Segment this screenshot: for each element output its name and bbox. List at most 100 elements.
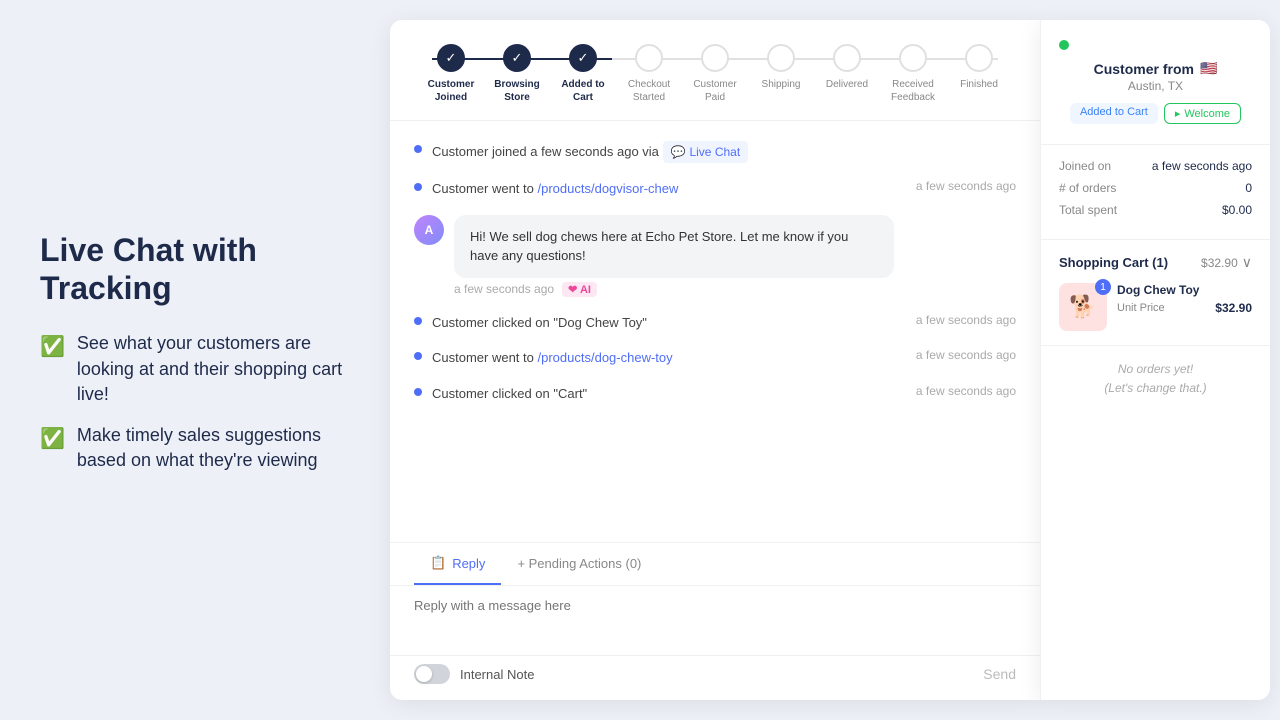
ai-badge: ❤ AI xyxy=(562,282,597,297)
internal-note-toggle[interactable] xyxy=(414,664,450,684)
step-circle-2: ✓ xyxy=(503,44,531,72)
customer-tags: Added to Cart ▸ Welcome xyxy=(1070,103,1241,124)
stat-row-joined: Joined on a few seconds ago xyxy=(1059,159,1252,173)
page-title: Live Chat with Tracking xyxy=(40,231,350,308)
cart-item-name: Dog Chew Toy xyxy=(1117,283,1252,297)
message-content: Hi! We sell dog chews here at Echo Pet S… xyxy=(454,215,894,297)
total-spent-label: Total spent xyxy=(1059,203,1117,217)
link-dogvisor[interactable]: /products/dogvisor-chew xyxy=(538,181,679,196)
step-circle-7 xyxy=(833,44,861,72)
step-label-3: Added to Cart xyxy=(553,78,613,104)
reply-tabs: 📋 Reply + Pending Actions (0) xyxy=(390,542,1040,585)
no-orders-text: No orders yet!(Let's change that.) xyxy=(1059,360,1252,398)
step-shipping: Shipping xyxy=(748,44,814,91)
tag-added-to-cart: Added to Cart xyxy=(1070,103,1158,124)
reply-input[interactable] xyxy=(414,598,1016,638)
activity-dot-4 xyxy=(414,352,422,360)
send-button[interactable]: Send xyxy=(983,666,1016,682)
agent-message: A Hi! We sell dog chews here at Echo Pet… xyxy=(414,215,1016,297)
chat-icon: 💬 xyxy=(671,143,686,161)
internal-note-label: Internal Note xyxy=(460,667,534,682)
activity-link-2: Customer went to /products/dog-chew-toy … xyxy=(414,348,1016,368)
pending-tab-label: + Pending Actions (0) xyxy=(517,556,641,571)
feature-item-1: ✅ See what your customers are looking at… xyxy=(40,331,350,407)
message-bubble: Hi! We sell dog chews here at Echo Pet S… xyxy=(454,215,894,278)
step-checkout-started: Checkout Started xyxy=(616,44,682,104)
customer-location: Austin, TX xyxy=(1128,79,1183,93)
orders-value: 0 xyxy=(1245,181,1252,195)
cart-price-row: Unit Price $32.90 xyxy=(1117,301,1252,315)
live-chat-label: Live Chat xyxy=(689,143,740,161)
orders-section: No orders yet!(Let's change that.) xyxy=(1041,346,1270,412)
check-icon-2: ✅ xyxy=(40,425,65,453)
activity-text-1: Customer joined a few seconds ago via 💬 … xyxy=(432,141,1016,163)
customer-from-label: Customer from xyxy=(1094,61,1194,77)
cart-item-thumbnail: 🐕 1 xyxy=(1059,283,1107,331)
cart-item-details: Dog Chew Toy Unit Price $32.90 xyxy=(1117,283,1252,315)
step-received-feedback: Received Feedback xyxy=(880,44,946,104)
step-circle-3: ✓ xyxy=(569,44,597,72)
link-dog-chew[interactable]: /products/dog-chew-toy xyxy=(538,350,673,365)
total-spent-value: $0.00 xyxy=(1222,203,1252,217)
step-label-6: Shipping xyxy=(762,78,801,91)
live-chat-badge: 💬 Live Chat xyxy=(663,141,749,163)
step-customer-joined: ✓ Customer Joined xyxy=(418,44,484,104)
step-label-5: Customer Paid xyxy=(685,78,745,104)
tag-welcome-label: Welcome xyxy=(1184,108,1230,120)
step-circle-8 xyxy=(899,44,927,72)
stat-row-orders: # of orders 0 xyxy=(1059,181,1252,195)
customer-name: Customer from 🇺🇸 xyxy=(1094,60,1218,77)
step-label-9: Finished xyxy=(960,78,998,91)
activity-time-4: a few seconds ago xyxy=(916,348,1016,362)
unit-price-value: $32.90 xyxy=(1215,301,1252,315)
step-customer-paid: Customer Paid xyxy=(682,44,748,104)
step-label-1: Customer Joined xyxy=(421,78,481,104)
activity-text-4: Customer went to /products/dog-chew-toy xyxy=(432,348,906,368)
step-circle-1: ✓ xyxy=(437,44,465,72)
cart-section: Shopping Cart (1) $32.90 ∨ 🐕 1 Dog Chew … xyxy=(1041,240,1270,346)
reply-tab[interactable]: 📋 Reply xyxy=(414,543,501,585)
online-indicator xyxy=(1059,40,1069,50)
main-content: ✓ Customer Joined ✓ Browsing Store ✓ Add… xyxy=(390,0,1280,720)
activity-time-2: a few seconds ago xyxy=(916,179,1016,193)
cart-chevron-button[interactable]: ∨ xyxy=(1242,254,1252,271)
activity-click-1: Customer clicked on "Dog Chew Toy" a few… xyxy=(414,313,1016,333)
activity-text-5: Customer clicked on "Cart" xyxy=(432,384,906,404)
right-sidebar: Customer from 🇺🇸 Austin, TX Added to Car… xyxy=(1040,20,1270,700)
activity-text-3: Customer clicked on "Dog Chew Toy" xyxy=(432,313,906,333)
progress-bar: ✓ Customer Joined ✓ Browsing Store ✓ Add… xyxy=(390,20,1040,121)
activity-link-1: Customer went to /products/dogvisor-chew… xyxy=(414,179,1016,199)
reply-tab-icon: 📋 xyxy=(430,555,446,571)
step-label-4: Checkout Started xyxy=(619,78,679,104)
step-circle-5 xyxy=(701,44,729,72)
step-browsing-store: ✓ Browsing Store xyxy=(484,44,550,104)
activity-text-2: Customer went to /products/dogvisor-chew xyxy=(432,179,906,199)
stat-row-total-spent: Total spent $0.00 xyxy=(1059,203,1252,217)
feature-list: ✅ See what your customers are looking at… xyxy=(40,331,350,489)
cart-item-emoji: 🐕 xyxy=(1069,294,1096,320)
toggle-knob xyxy=(416,666,432,682)
cart-total: $32.90 xyxy=(1201,256,1238,270)
welcome-arrow-icon: ▸ xyxy=(1175,107,1181,120)
joined-value: a few seconds ago xyxy=(1152,159,1252,173)
activity-joined: Customer joined a few seconds ago via 💬 … xyxy=(414,141,1016,163)
customer-stats: Joined on a few seconds ago # of orders … xyxy=(1041,145,1270,240)
reply-area xyxy=(390,585,1040,655)
check-icon-1: ✅ xyxy=(40,333,65,361)
customer-info: Customer from 🇺🇸 Austin, TX Added to Car… xyxy=(1041,20,1270,145)
pending-actions-tab[interactable]: + Pending Actions (0) xyxy=(501,543,657,585)
step-finished: Finished xyxy=(946,44,1012,91)
cart-header: Shopping Cart (1) $32.90 ∨ xyxy=(1059,254,1252,271)
step-label-8: Received Feedback xyxy=(883,78,943,104)
activity-dot-2 xyxy=(414,183,422,191)
orders-label: # of orders xyxy=(1059,181,1116,195)
step-label-2: Browsing Store xyxy=(487,78,547,104)
flag-icon: 🇺🇸 xyxy=(1200,60,1217,77)
feature-text-2: Make timely sales suggestions based on w… xyxy=(77,423,350,473)
activity-dot-1 xyxy=(414,145,422,153)
step-added-to-cart: ✓ Added to Cart xyxy=(550,44,616,104)
agent-avatar: A xyxy=(414,215,444,245)
activity-dot-3 xyxy=(414,317,422,325)
message-meta: a few seconds ago ❤ AI xyxy=(454,282,894,297)
chat-messages: Customer joined a few seconds ago via 💬 … xyxy=(390,121,1040,542)
